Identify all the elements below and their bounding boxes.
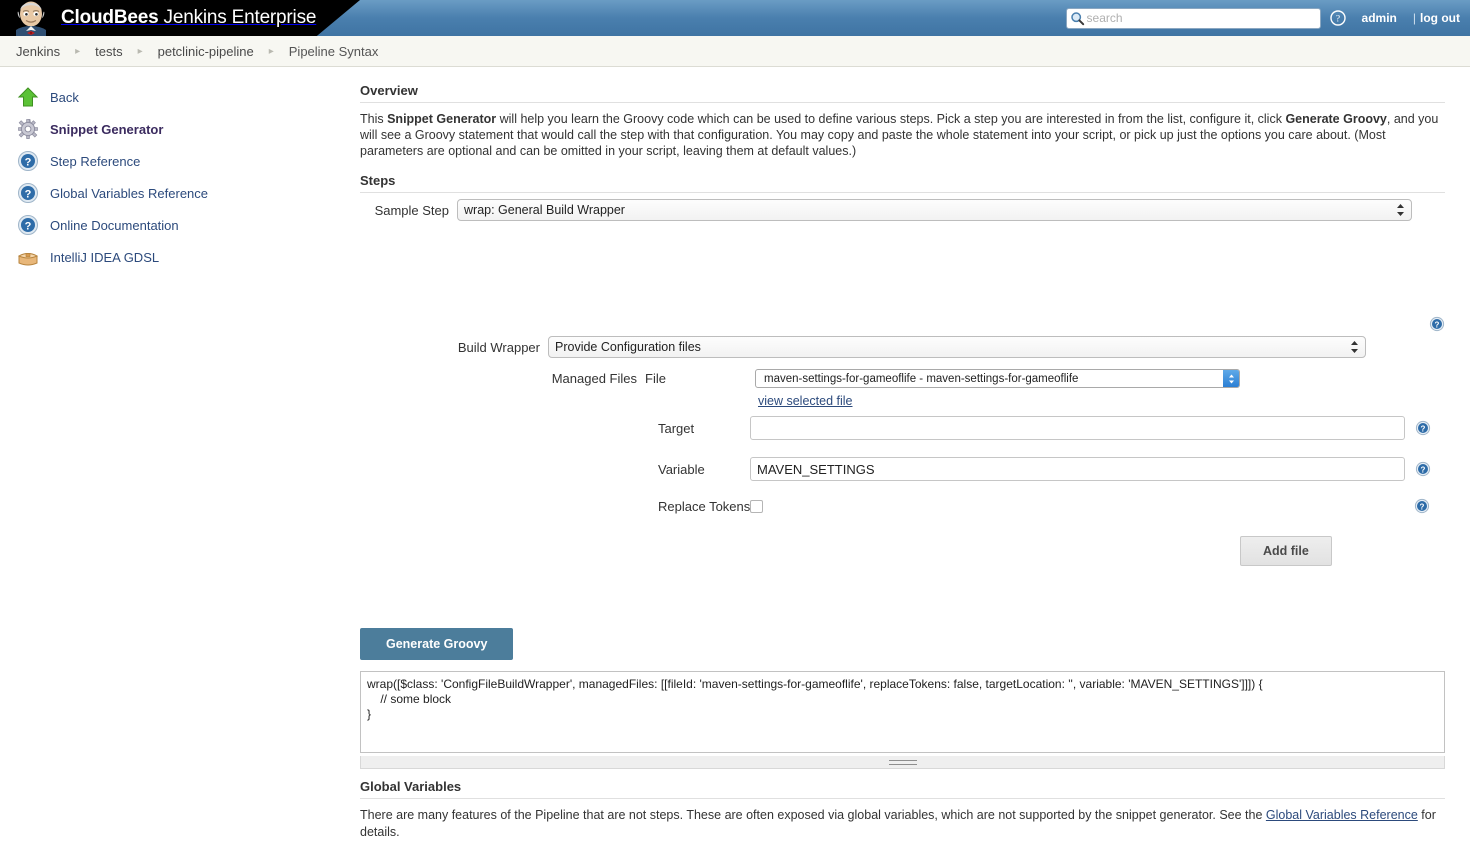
svg-text:?: ?	[1435, 321, 1440, 330]
breadcrumb-arrow-icon: ▸	[138, 46, 143, 57]
help-circle-icon: ?	[16, 149, 40, 173]
textarea-resize-handle[interactable]	[360, 756, 1445, 769]
breadcrumb-item-petclinic-pipeline[interactable]: petclinic-pipeline	[158, 44, 254, 59]
sidebar-item-label: Back	[50, 90, 79, 105]
target-help-icon[interactable]: ?	[1415, 420, 1431, 436]
gear-icon	[16, 117, 40, 141]
generate-groovy-button[interactable]: Generate Groovy	[360, 628, 513, 660]
target-label: Target	[360, 421, 750, 436]
up-arrow-icon	[16, 85, 40, 109]
breadcrumb: Jenkins ▸ tests ▸ petclinic-pipeline ▸ P…	[0, 36, 1470, 67]
variable-label: Variable	[360, 462, 750, 477]
sidebar-item-label: IntelliJ IDEA GDSL	[50, 250, 159, 265]
add-file-row: Add file	[360, 536, 1445, 566]
brand-title: CloudBees Jenkins Enterprise	[61, 7, 316, 29]
replace-tokens-checkbox[interactable]	[750, 500, 763, 513]
file-select-wrap[interactable]: maven-settings-for-gameoflife - maven-se…	[755, 369, 1240, 388]
managed-files-row: Managed Files File maven-settings-for-ga…	[360, 369, 1460, 388]
resize-grip-icon	[889, 760, 917, 765]
target-row: Target ?	[360, 416, 1460, 440]
replace-tokens-help-icon[interactable]: ?	[1414, 498, 1430, 514]
sidebar-item-back[interactable]: Back	[0, 81, 360, 113]
breadcrumb-item-pipeline-syntax[interactable]: Pipeline Syntax	[289, 44, 379, 59]
sidebar-item-step-reference[interactable]: ? Step Reference	[0, 145, 360, 177]
sidebar-item-intellij-idea-gdsl[interactable]: IntelliJ IDEA GDSL	[0, 241, 360, 273]
global-variables-heading: Global Variables	[360, 779, 1445, 799]
generate-groovy-row: Generate Groovy	[360, 628, 1460, 660]
target-input[interactable]	[750, 416, 1405, 440]
build-wrapper-select[interactable]: Provide Configuration files	[548, 336, 1366, 358]
overview-heading: Overview	[360, 83, 1445, 103]
view-selected-file-row: view selected file	[360, 394, 1460, 408]
svg-text:?: ?	[1420, 503, 1425, 512]
variable-input[interactable]	[750, 457, 1405, 481]
package-box-icon	[16, 245, 40, 269]
sidebar-item-snippet-generator[interactable]: Snippet Generator	[0, 113, 360, 145]
view-selected-file-link[interactable]: view selected file	[758, 394, 853, 408]
page-body: Back	[0, 67, 1470, 853]
logout-link[interactable]: log out	[1420, 11, 1460, 25]
overview-bold-snippet-generator: Snippet Generator	[387, 112, 496, 126]
sidebar-item-label: Global Variables Reference	[50, 186, 208, 201]
header-separator: |	[1413, 11, 1416, 25]
build-wrapper-help-icon[interactable]: ?	[1429, 316, 1445, 332]
main-content: Overview This Snippet Generator will hel…	[360, 67, 1470, 853]
sidebar-item-label: Snippet Generator	[50, 122, 163, 137]
user-link[interactable]: admin	[1362, 11, 1397, 25]
search-icon	[1070, 11, 1085, 26]
sidebar-item-online-documentation[interactable]: ? Online Documentation	[0, 209, 360, 241]
sample-step-select-wrap[interactable]: wrap: General Build Wrapper	[457, 199, 1412, 221]
sidebar: Back	[0, 67, 360, 853]
breadcrumb-item-tests[interactable]: tests	[95, 44, 122, 59]
overview-text-a: This	[360, 112, 387, 126]
build-wrapper-label: Build Wrapper	[360, 340, 548, 355]
build-wrapper-select-wrap[interactable]: Provide Configuration files	[548, 336, 1366, 358]
overview-bold-generate-groovy: Generate Groovy	[1285, 112, 1386, 126]
svg-text:?: ?	[1421, 425, 1426, 434]
header-right-group: ? admin | log out	[1066, 0, 1460, 36]
breadcrumb-item-jenkins[interactable]: Jenkins	[16, 44, 60, 59]
sample-step-select[interactable]: wrap: General Build Wrapper	[457, 199, 1412, 221]
global-variables-reference-link[interactable]: Global Variables Reference	[1266, 808, 1418, 822]
variable-help-icon[interactable]: ?	[1415, 461, 1431, 477]
svg-text:?: ?	[1421, 466, 1426, 475]
file-select[interactable]: maven-settings-for-gameoflife - maven-se…	[755, 369, 1240, 388]
replace-tokens-label: Replace Tokens	[360, 499, 750, 514]
brand-bold: CloudBees	[61, 7, 158, 28]
variable-row: Variable ?	[360, 457, 1460, 481]
sidebar-item-global-variables-reference[interactable]: ? Global Variables Reference	[0, 177, 360, 209]
groovy-output-textarea[interactable]	[360, 671, 1445, 753]
sample-step-label: Sample Step	[360, 203, 457, 218]
overview-text-c: will help you learn the Groovy code whic…	[496, 112, 1285, 126]
steps-heading: Steps	[360, 173, 1445, 193]
sidebar-item-label: Step Reference	[50, 154, 140, 169]
header-help-icon[interactable]: ?	[1330, 10, 1346, 26]
add-file-button[interactable]: Add file	[1240, 536, 1332, 566]
search-input[interactable]	[1085, 10, 1300, 26]
breadcrumb-arrow-icon: ▸	[269, 46, 274, 57]
build-wrapper-help-row: ?	[360, 316, 1445, 332]
managed-files-label: Managed Files	[360, 371, 645, 386]
masthead: CloudBees Jenkins Enterprise ? admin | l…	[0, 0, 1470, 36]
svg-text:?: ?	[1335, 15, 1339, 25]
global-variables-paragraph: There are many features of the Pipeline …	[360, 807, 1445, 841]
brand-home-link[interactable]: CloudBees Jenkins Enterprise	[10, 0, 316, 36]
overview-paragraph: This Snippet Generator will help you lea…	[360, 111, 1445, 159]
svg-text:?: ?	[25, 220, 32, 232]
build-wrapper-row: Build Wrapper Provide Configuration file…	[360, 336, 1460, 358]
svg-text:?: ?	[25, 188, 32, 200]
brand-light: Jenkins Enterprise	[164, 7, 317, 28]
search-box[interactable]	[1066, 8, 1321, 29]
sample-step-row: Sample Step wrap: General Build Wrapper	[360, 199, 1460, 221]
help-circle-icon: ?	[16, 181, 40, 205]
help-circle-icon: ?	[16, 213, 40, 237]
replace-tokens-row: Replace Tokens ?	[360, 498, 1460, 514]
svg-text:?: ?	[25, 156, 32, 168]
jenkins-butler-icon	[10, 0, 52, 36]
file-label: File	[645, 371, 755, 386]
sidebar-item-label: Online Documentation	[50, 218, 179, 233]
breadcrumb-arrow-icon: ▸	[75, 46, 80, 57]
gv-text-a: There are many features of the Pipeline …	[360, 808, 1266, 822]
